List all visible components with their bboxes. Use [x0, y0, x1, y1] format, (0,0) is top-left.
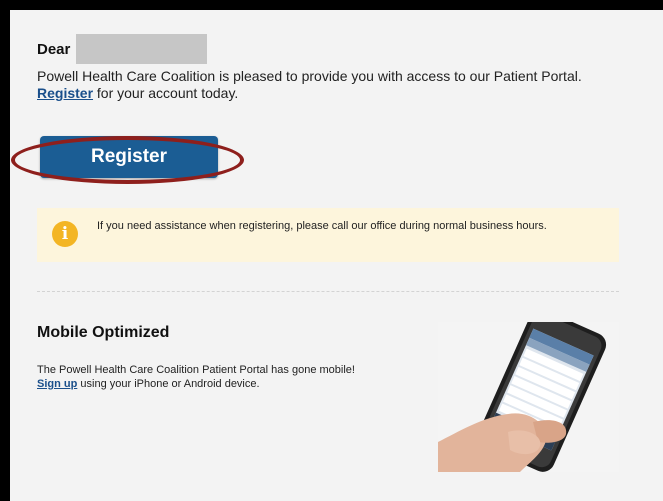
email-body: Dear Powell Health Care Coalition is ple…: [10, 10, 663, 501]
mobile-text: The Powell Health Care Coalition Patient…: [37, 364, 355, 376]
notice-text: If you need assistance when registering,…: [97, 220, 547, 232]
divider: [37, 291, 619, 292]
greeting-dear: Dear: [37, 40, 71, 58]
intro-text-after: for your account today.: [93, 85, 239, 101]
intro-text: Powell Health Care Coalition is pleased …: [37, 68, 582, 84]
register-link[interactable]: Register: [37, 85, 93, 101]
mobile-text-after: using your iPhone or Android device.: [77, 378, 260, 390]
greeting: Dear: [37, 34, 208, 64]
assistance-notice: i If you need assistance when registerin…: [37, 208, 619, 262]
register-button[interactable]: Register: [40, 136, 218, 178]
mobile-title: Mobile Optimized: [37, 324, 170, 341]
intro-paragraph: Powell Health Care Coalition is pleased …: [37, 68, 627, 102]
signup-link[interactable]: Sign up: [37, 378, 77, 390]
mobile-paragraph: The Powell Health Care Coalition Patient…: [37, 363, 437, 391]
info-icon: i: [52, 221, 78, 247]
smartphone-image: [438, 322, 619, 472]
redacted-name: [76, 34, 208, 64]
smartphone-in-hand-image: [438, 322, 619, 472]
